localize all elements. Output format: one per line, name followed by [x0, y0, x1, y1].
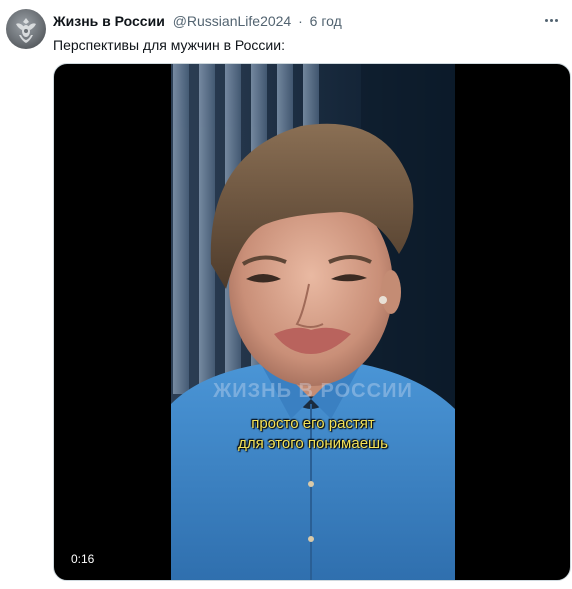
avatar[interactable]	[6, 9, 46, 49]
video-frame: ЖИЗНЬ В РОССИИ просто его растят для это…	[171, 64, 455, 580]
video-duration: 0:16	[66, 550, 100, 568]
tweet-card: Жизнь в России @RussianLife2024 · 6 год …	[0, 0, 572, 589]
display-name[interactable]: Жизнь в России	[53, 13, 165, 29]
subtitle-line-1: просто его растят	[251, 415, 375, 432]
video-still	[171, 64, 455, 580]
video-player[interactable]: ЖИЗНЬ В РОССИИ просто его растят для это…	[53, 63, 571, 581]
coat-of-arms-icon	[16, 18, 36, 43]
more-options-icon[interactable]	[540, 10, 562, 30]
tweet-header: Жизнь в России @RussianLife2024 · 6 год	[53, 11, 342, 31]
subtitle-line-2: для этого понимаешь	[238, 435, 388, 452]
tweet-text: Перспективы для мужчин в России:	[53, 37, 285, 53]
video-watermark: ЖИЗНЬ В РОССИИ	[213, 380, 413, 402]
user-handle[interactable]: @RussianLife2024	[173, 13, 292, 29]
separator-dot: ·	[298, 13, 303, 29]
tweet-timestamp[interactable]: 6 год	[310, 13, 342, 29]
